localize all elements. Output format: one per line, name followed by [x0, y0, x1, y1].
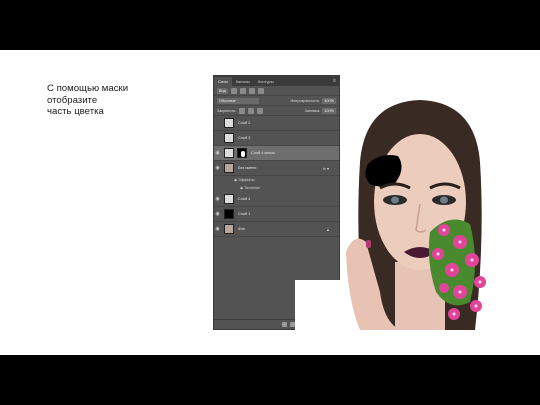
eye-icon[interactable]: ◉	[214, 165, 221, 171]
layer-name: Без имени	[238, 166, 257, 170]
lock-all-icon[interactable]	[257, 107, 264, 114]
opacity-label: Непрозрачность:	[290, 98, 321, 103]
layer-name: Слой 3	[238, 136, 251, 140]
emboss-row[interactable]: ◉ Тиснение	[214, 184, 339, 192]
panel-tabs: Слои Каналы Контуры ≡	[214, 76, 339, 86]
layer-row[interactable]: Слой 3	[214, 131, 339, 146]
fx-icon[interactable]: fx ▾	[323, 166, 329, 171]
effects-row[interactable]: ◉ Эффекты	[214, 176, 339, 184]
tab-paths[interactable]: Контуры	[254, 77, 278, 86]
portrait-image	[340, 92, 500, 330]
layer-row[interactable]: ◉ Слой 1	[214, 207, 339, 222]
layer-row[interactable]: Слой 2	[214, 116, 339, 131]
layer-mask-thumbnail[interactable]	[237, 148, 247, 158]
panel-menu-icon[interactable]: ≡	[333, 77, 339, 86]
filter-pixel-icon[interactable]	[230, 87, 237, 94]
link-layers-icon[interactable]	[282, 322, 287, 327]
lock-position-icon[interactable]	[248, 107, 255, 114]
filter-type-icon[interactable]	[248, 87, 255, 94]
layer-name: Слой 2	[238, 121, 251, 125]
layer-thumbnail	[224, 148, 234, 158]
eye-icon[interactable]: ◉	[214, 150, 221, 156]
eye-icon[interactable]: ◉	[214, 211, 221, 217]
layer-name: Слой 4 копия	[251, 151, 275, 155]
blend-row: Обычные Непрозрачность: 100%	[214, 96, 339, 106]
lock-row: Закрепить: Заливка: 100%	[214, 106, 339, 116]
layer-name: Фон	[238, 227, 246, 231]
eye-icon[interactable]: ◉	[214, 226, 221, 232]
layer-list: Слой 2 Слой 3 ◉ Слой 4 копия ◉ Без имени…	[214, 116, 339, 237]
layer-row[interactable]: ◉ Без имени fx ▾	[214, 161, 339, 176]
lock-icon: 🔒︎	[326, 226, 329, 232]
eye-icon[interactable]: ◉	[214, 196, 221, 202]
layer-row-selected[interactable]: ◉ Слой 4 копия	[214, 146, 339, 161]
layer-thumbnail	[224, 209, 234, 219]
layer-name: Слой 1	[238, 212, 251, 216]
layer-name: Слой 4	[238, 197, 251, 201]
tab-channels[interactable]: Каналы	[232, 77, 254, 86]
filter-adjust-icon[interactable]	[239, 87, 246, 94]
layer-row[interactable]: ◉ Слой 4	[214, 192, 339, 207]
layer-row[interactable]: ◉ Фон 🔒︎	[214, 222, 339, 237]
fill-input[interactable]: 100%	[322, 107, 336, 114]
effects-label: Эффекты	[238, 178, 255, 182]
filter-shape-icon[interactable]	[257, 87, 264, 94]
layer-thumbnail	[224, 133, 234, 143]
slide-caption: С помощью маски отобразите часть цветка	[47, 83, 129, 117]
layer-thumbnail	[224, 194, 234, 204]
layer-thumbnail	[224, 118, 234, 128]
filter-dropdown[interactable]: Вид	[217, 87, 228, 94]
layer-thumbnail	[224, 163, 234, 173]
opacity-input[interactable]: 100%	[322, 97, 336, 104]
tab-layers[interactable]: Слои	[214, 77, 232, 86]
lock-pixels-icon[interactable]	[239, 107, 246, 114]
panel-gap	[295, 280, 340, 330]
filter-row: Вид	[214, 86, 339, 96]
slide: С помощью маски отобразите часть цветка …	[0, 50, 540, 355]
layer-thumbnail	[224, 224, 234, 234]
fill-label: Заливка:	[304, 108, 321, 113]
blend-mode-select[interactable]: Обычные	[217, 97, 259, 104]
lock-label: Закрепить:	[217, 108, 237, 113]
emboss-label: Тиснение	[244, 186, 260, 190]
